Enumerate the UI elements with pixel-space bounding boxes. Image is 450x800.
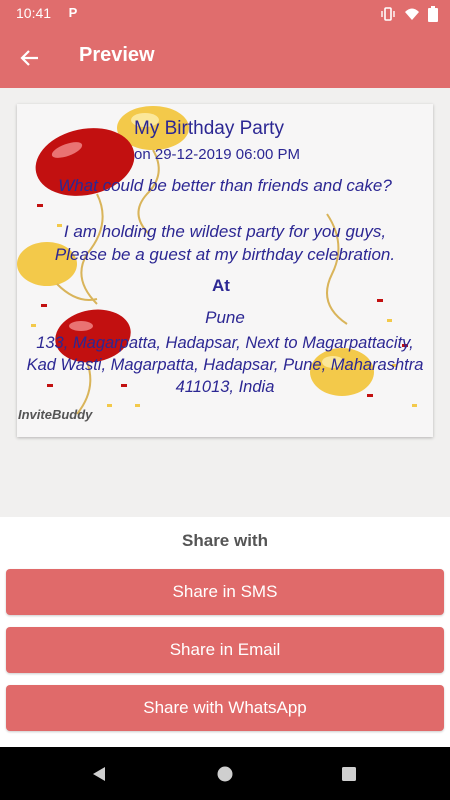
- wifi-icon: [405, 8, 419, 20]
- invitation-city: Pune: [205, 308, 245, 327]
- nav-back-icon[interactable]: [90, 765, 108, 783]
- status-icons: [380, 6, 438, 22]
- app-bar: Preview: [0, 28, 450, 88]
- parking-notification-icon: P: [68, 5, 78, 20]
- share-email-button[interactable]: Share in Email: [6, 627, 444, 673]
- share-heading: Share with: [182, 531, 268, 550]
- vibrate-icon: [381, 7, 395, 21]
- invitation-date: on 29-12-2019 06:00 PM: [134, 146, 300, 163]
- status-bar: 10:41 P: [0, 0, 450, 28]
- nav-recents-icon[interactable]: [341, 766, 357, 782]
- invitation-message: What could be better than friends and ca…: [54, 176, 396, 264]
- system-nav-bar: [0, 747, 450, 800]
- invitation-address: 133, Magarpatta, Hadapsar, Next to Magar…: [26, 334, 424, 396]
- share-sms-button[interactable]: Share in SMS: [6, 569, 444, 615]
- page-title: Preview: [79, 44, 155, 66]
- status-time: 10:41: [16, 5, 52, 21]
- battery-icon: [428, 6, 438, 22]
- invitation-title: My Birthday Party: [134, 118, 284, 139]
- nav-home-icon[interactable]: [216, 765, 234, 783]
- invitation-preview-card: My Birthday Party on 29-12-2019 06:00 PM…: [17, 104, 433, 437]
- back-arrow-icon[interactable]: [18, 46, 42, 70]
- invitebuddy-brand: InviteBuddy: [18, 407, 93, 422]
- share-whatsapp-button[interactable]: Share with WhatsApp: [6, 685, 444, 731]
- share-sheet: Share with Share in SMS Share in Email S…: [0, 517, 450, 747]
- invitation-at-label: At: [212, 276, 230, 295]
